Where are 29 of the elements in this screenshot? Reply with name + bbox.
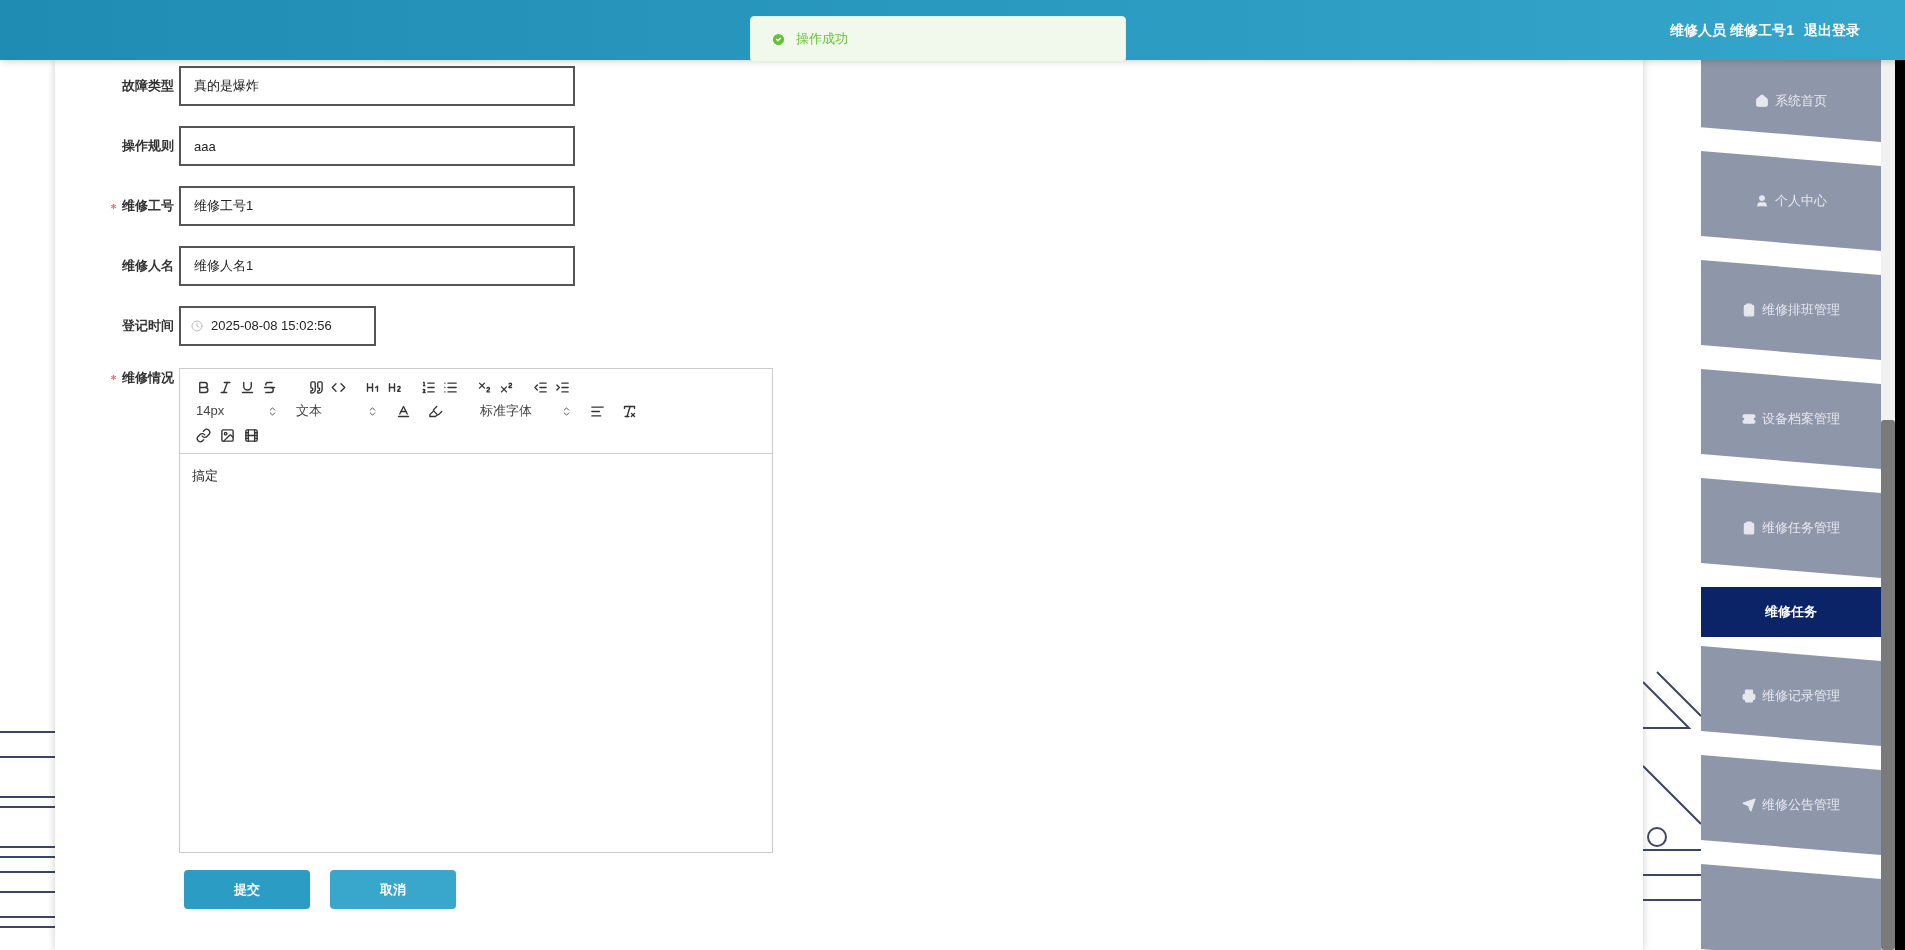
user-icon bbox=[1755, 194, 1769, 208]
field-label: 维修情况 bbox=[122, 369, 174, 387]
up-down-chevron-icon bbox=[367, 405, 378, 417]
datetime-field[interactable]: 2025-08-08 15:02:56 bbox=[179, 306, 376, 346]
field-label: 维修人名 bbox=[122, 257, 174, 276]
editor-content[interactable]: 搞定 bbox=[192, 466, 760, 486]
ticket-icon bbox=[1742, 412, 1756, 426]
header-select[interactable]: 文本 bbox=[292, 401, 382, 421]
printer-icon bbox=[1742, 689, 1756, 703]
text-field[interactable]: 真的是爆炸 bbox=[179, 66, 575, 106]
text-field[interactable]: 维修人名1 bbox=[179, 246, 575, 286]
text-field[interactable]: 维修工号1 bbox=[179, 186, 575, 226]
home-icon bbox=[1755, 94, 1769, 108]
up-down-chevron-icon bbox=[561, 405, 572, 417]
field-label: 故障类型 bbox=[122, 77, 174, 96]
check-circle-icon bbox=[771, 31, 786, 47]
field-label: 操作规则 bbox=[122, 137, 174, 156]
toast-message: 操作成功 bbox=[796, 30, 848, 49]
user-info: 维修人员 维修工号1 bbox=[1670, 20, 1794, 40]
font-family-select[interactable]: 标准字体 bbox=[476, 401, 576, 421]
field-label: 维修工号 bbox=[122, 197, 174, 216]
paper-plane-icon bbox=[1742, 798, 1756, 812]
clock-icon bbox=[191, 320, 203, 332]
sidebar-item[interactable]: 维修任务 bbox=[1701, 587, 1881, 637]
field-label: 登记时间 bbox=[122, 317, 174, 336]
font-size-select[interactable]: 14px bbox=[192, 401, 282, 421]
scrollbar-thumb[interactable] bbox=[1881, 420, 1895, 950]
text-field[interactable]: aaa bbox=[179, 126, 575, 166]
up-down-chevron-icon bbox=[267, 405, 278, 417]
